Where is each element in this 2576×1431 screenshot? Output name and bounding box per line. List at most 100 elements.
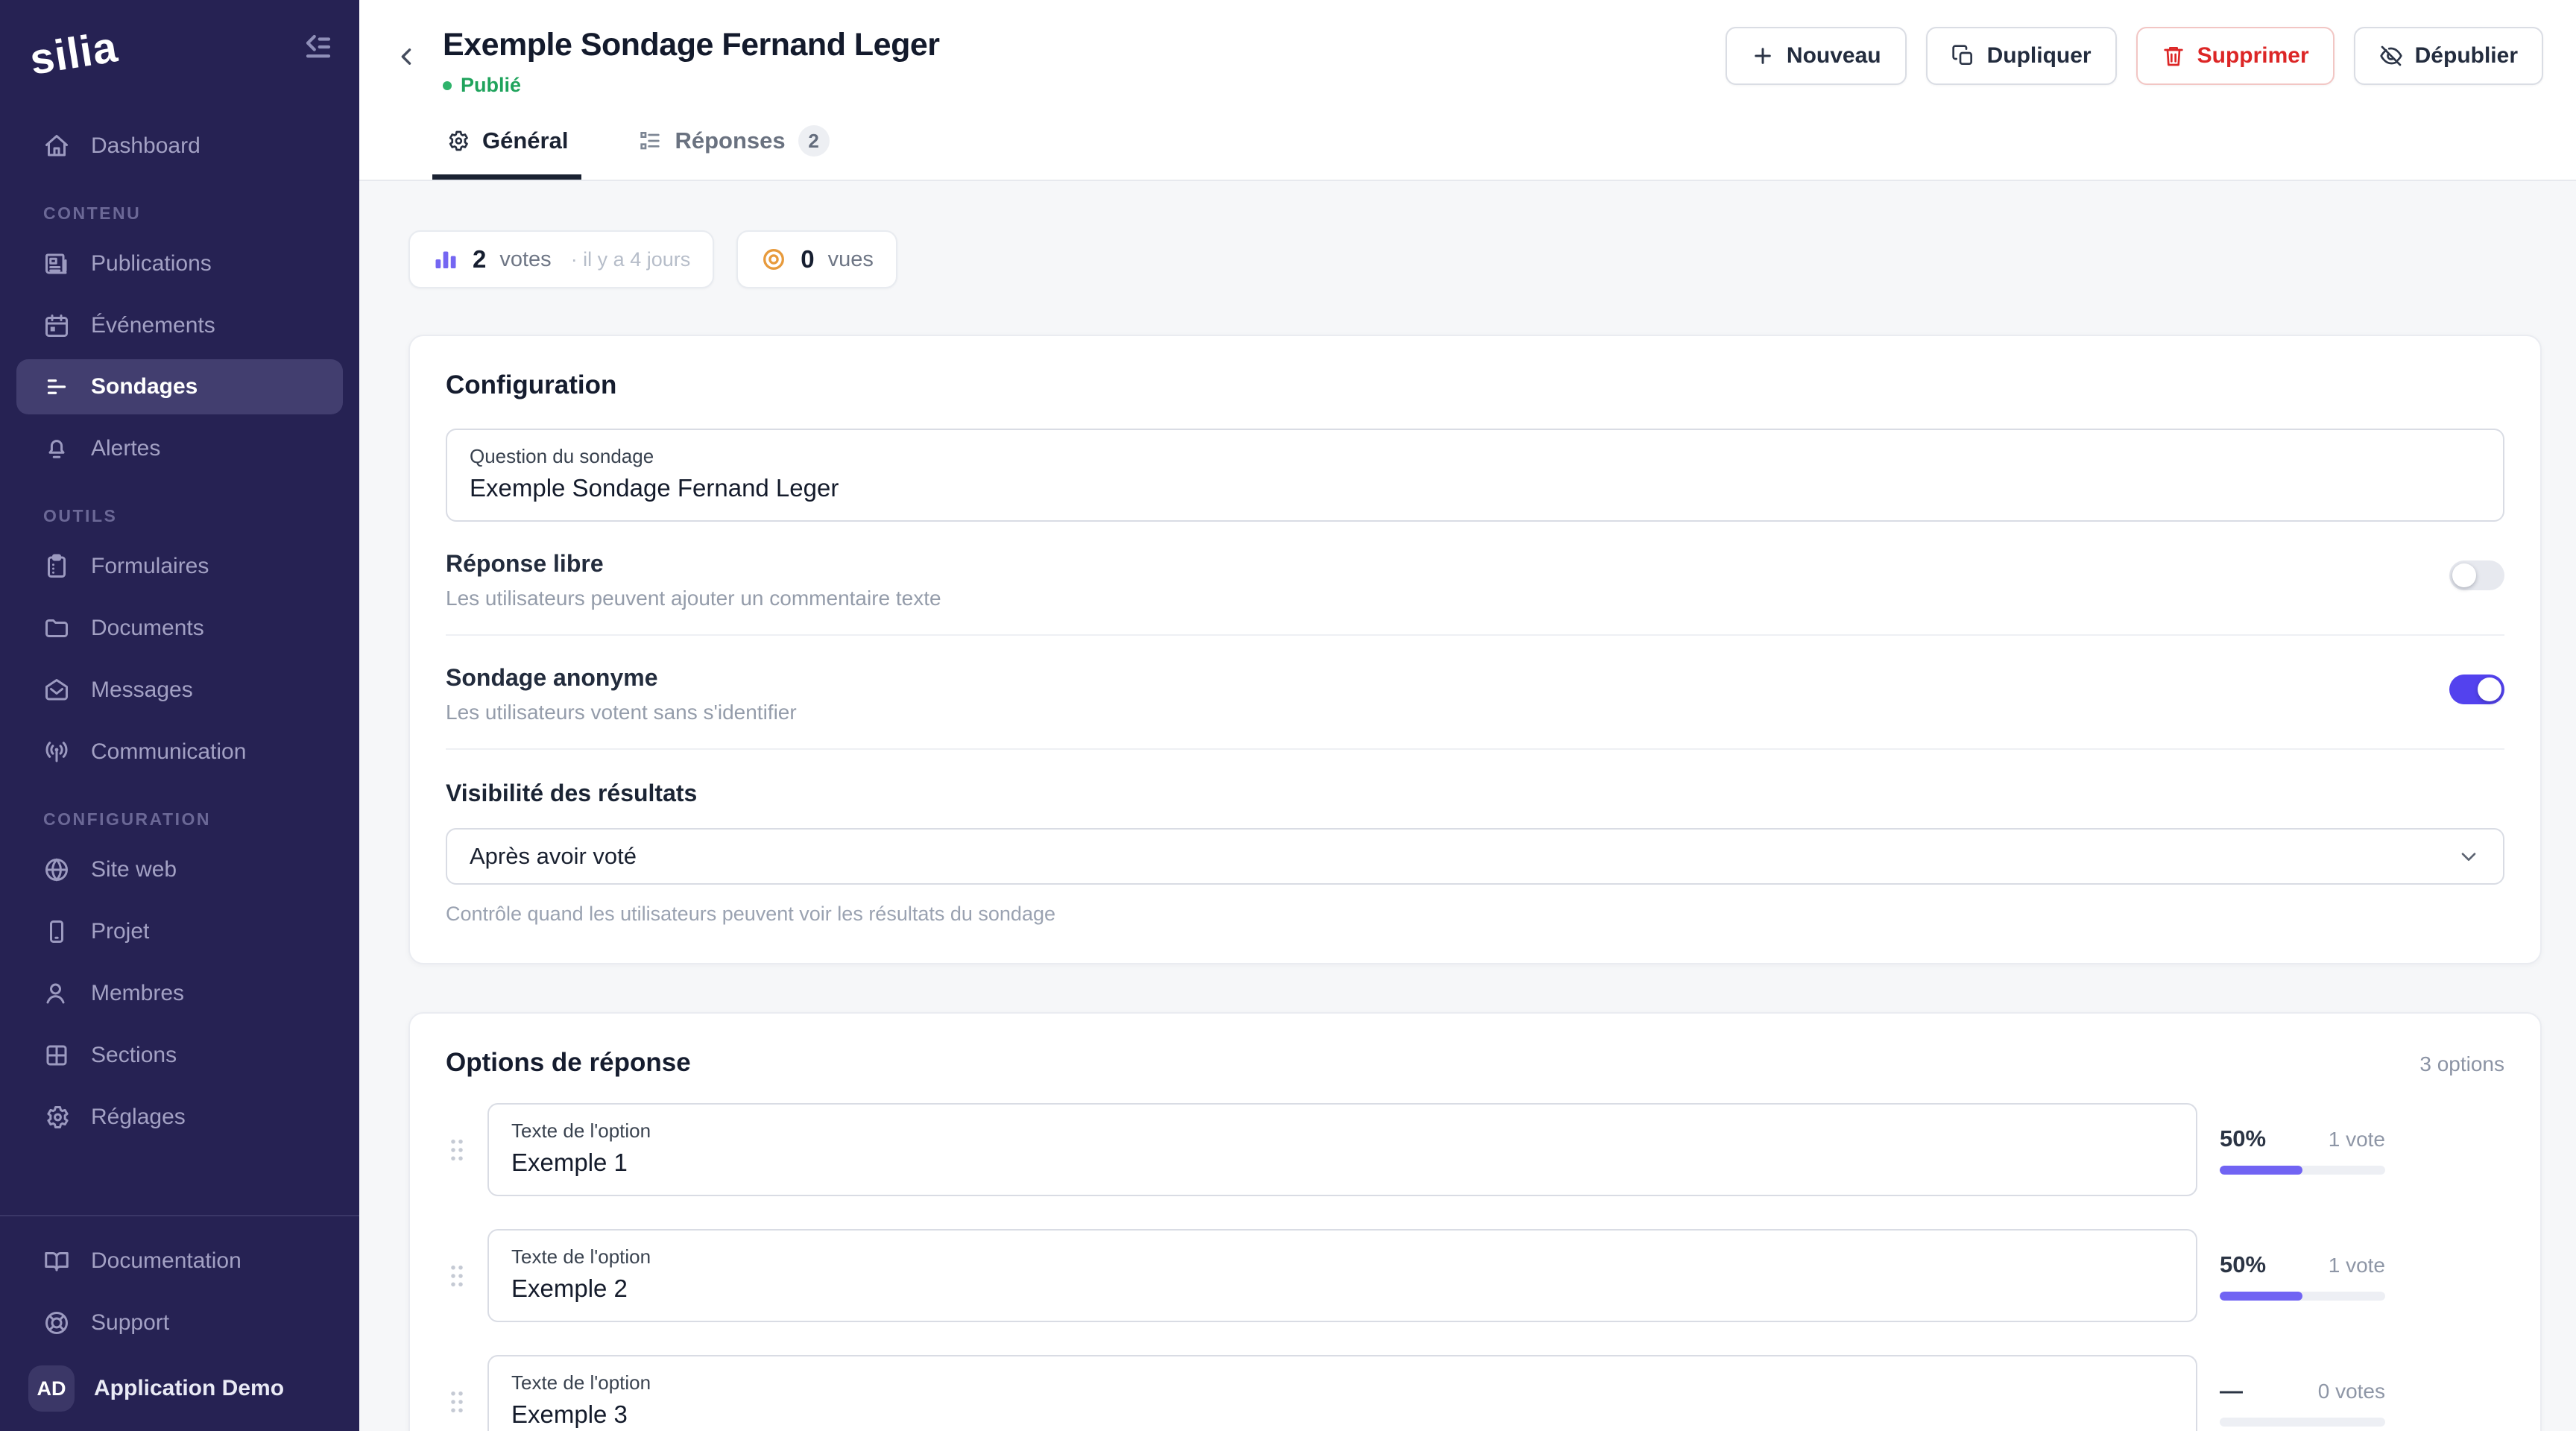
option-input[interactable]: [511, 1400, 2174, 1429]
back-button[interactable]: [389, 39, 425, 75]
gear-icon: [43, 1104, 70, 1131]
sidebar-item-documentation[interactable]: Documentation: [0, 1230, 359, 1292]
sidebar-item-label: Projet: [91, 919, 149, 944]
sidebar-item-documents[interactable]: Documents: [0, 597, 359, 659]
sidebar-item-communication[interactable]: Communication: [0, 721, 359, 783]
free-response-toggle[interactable]: [2449, 560, 2504, 590]
votes-meta: · il y a 4 jours: [571, 248, 691, 271]
list-check-icon: [638, 129, 662, 153]
sidebar-item-alertes[interactable]: Alertes: [0, 417, 359, 479]
sidebar-item-label: Messages: [91, 677, 193, 703]
option-votes: 1 vote: [2329, 1128, 2385, 1152]
tab-general-label: Général: [482, 127, 568, 154]
duplicate-button[interactable]: Dupliquer: [1926, 27, 2117, 85]
sidebar-item-label: Événements: [91, 313, 215, 338]
free-response-subtitle: Les utilisateurs peuvent ajouter un comm…: [446, 587, 941, 610]
user-profile[interactable]: AD Application Demo: [0, 1353, 359, 1412]
sidebar-item-membres[interactable]: Membres: [0, 962, 359, 1024]
option-stats: 50% 1 vote: [2220, 1125, 2385, 1175]
sidebar-item-sondages[interactable]: Sondages: [16, 359, 343, 414]
sidebar-item-dashboard[interactable]: Dashboard: [0, 115, 359, 177]
sidebar-item-label: Publications: [91, 251, 212, 277]
sidebar-item-support[interactable]: Support: [0, 1292, 359, 1353]
new-button[interactable]: Nouveau: [1726, 27, 1907, 85]
main-area: Exemple Sondage Fernand Leger Publié Nou…: [359, 0, 2576, 1431]
page-body: 2 votes · il y a 4 jours 0 vues Configur…: [359, 181, 2576, 1431]
views-stat-chip: 0 vues: [736, 230, 897, 288]
book-open-icon: [43, 1248, 70, 1274]
options-title: Options de réponse: [446, 1048, 691, 1078]
unpublish-button[interactable]: Dépublier: [2354, 27, 2543, 85]
user-name: Application Demo: [94, 1376, 284, 1401]
option-input[interactable]: [511, 1149, 2174, 1177]
user-icon: [43, 980, 70, 1007]
sidebar-item-projet[interactable]: Projet: [0, 900, 359, 962]
sidebar-item-formulaires[interactable]: Formulaires: [0, 535, 359, 597]
tab-general[interactable]: Général: [432, 125, 581, 180]
anonymous-toggle[interactable]: [2449, 675, 2504, 704]
drag-handle-icon[interactable]: [446, 1135, 468, 1165]
option-row: Texte de l'option 50% 1 vote: [446, 1103, 2504, 1196]
sidebar-item-label: Sections: [91, 1043, 177, 1068]
unpublish-button-label: Dépublier: [2415, 43, 2518, 69]
vote-bar: [2220, 1418, 2385, 1427]
sidebar-item-publications[interactable]: Publications: [0, 233, 359, 294]
new-button-label: Nouveau: [1787, 43, 1881, 69]
question-input[interactable]: [470, 474, 2481, 502]
sidebar-item-messages[interactable]: Messages: [0, 659, 359, 721]
sidebar-section-outils: OUTILS: [0, 479, 359, 535]
app-logo[interactable]: silia: [26, 22, 121, 85]
sidebar-item-label: Communication: [91, 739, 246, 765]
tab-responses-label: Réponses: [675, 127, 785, 154]
sidebar: silia Dashboard CONTENU Publications Évé…: [0, 0, 359, 1431]
anonymous-title: Sondage anonyme: [446, 664, 797, 692]
visibility-label: Visibilité des résultats: [446, 780, 2504, 807]
page-title: Exemple Sondage Fernand Leger: [443, 27, 940, 63]
option-field[interactable]: Texte de l'option: [487, 1229, 2197, 1322]
option-stats: — 0 votes: [2220, 1377, 2385, 1427]
target-icon: [760, 246, 787, 273]
option-field-label: Texte de l'option: [511, 1119, 2174, 1143]
sidebar-item-label: Documentation: [91, 1248, 242, 1274]
tab-responses[interactable]: Réponses 2: [625, 125, 842, 180]
drag-handle-icon[interactable]: [446, 1387, 468, 1417]
mail-icon: [43, 677, 70, 704]
trash-icon: [2162, 44, 2185, 68]
smartphone-icon: [43, 918, 70, 945]
options-count: 3 options: [2419, 1052, 2504, 1076]
vote-bar-fill: [2220, 1166, 2302, 1175]
option-field[interactable]: Texte de l'option: [487, 1103, 2197, 1196]
bell-icon: [43, 435, 70, 462]
sidebar-item-sections[interactable]: Sections: [0, 1024, 359, 1086]
option-votes: 1 vote: [2329, 1254, 2385, 1277]
sidebar-item-reglages[interactable]: Réglages: [0, 1086, 359, 1148]
folder-icon: [43, 615, 70, 642]
sidebar-collapse-icon[interactable]: [303, 31, 334, 63]
option-input[interactable]: [511, 1274, 2174, 1303]
app-root: silia Dashboard CONTENU Publications Évé…: [0, 0, 2576, 1431]
option-row: Texte de l'option — 0 votes: [446, 1355, 2504, 1431]
home-icon: [43, 133, 70, 159]
visibility-select[interactable]: Après avoir voté: [446, 828, 2504, 885]
gear-icon: [446, 129, 470, 153]
votes-stat-chip: 2 votes · il y a 4 jours: [408, 230, 714, 288]
option-percent: —: [2220, 1377, 2243, 1404]
avatar: AD: [28, 1365, 75, 1412]
sidebar-item-label: Alertes: [91, 436, 160, 461]
status-dot: [443, 81, 452, 90]
option-field[interactable]: Texte de l'option: [487, 1355, 2197, 1431]
visibility-section: Visibilité des résultats Après avoir vot…: [446, 750, 2504, 926]
sidebar-item-evenements[interactable]: Événements: [0, 294, 359, 356]
votes-value: 2: [473, 245, 486, 274]
views-value: 0: [801, 245, 814, 274]
sidebar-section-contenu: CONTENU: [0, 177, 359, 233]
delete-button[interactable]: Supprimer: [2136, 27, 2334, 85]
sidebar-item-site-web[interactable]: Site web: [0, 838, 359, 900]
visibility-help-text: Contrôle quand les utilisateurs peuvent …: [446, 903, 2504, 926]
option-percent: 50%: [2220, 1125, 2266, 1152]
option-row: Texte de l'option 50% 1 vote: [446, 1229, 2504, 1322]
question-field[interactable]: Question du sondage: [446, 429, 2504, 522]
calendar-icon: [43, 312, 70, 339]
drag-handle-icon[interactable]: [446, 1261, 468, 1291]
sidebar-item-label: Réglages: [91, 1105, 186, 1130]
